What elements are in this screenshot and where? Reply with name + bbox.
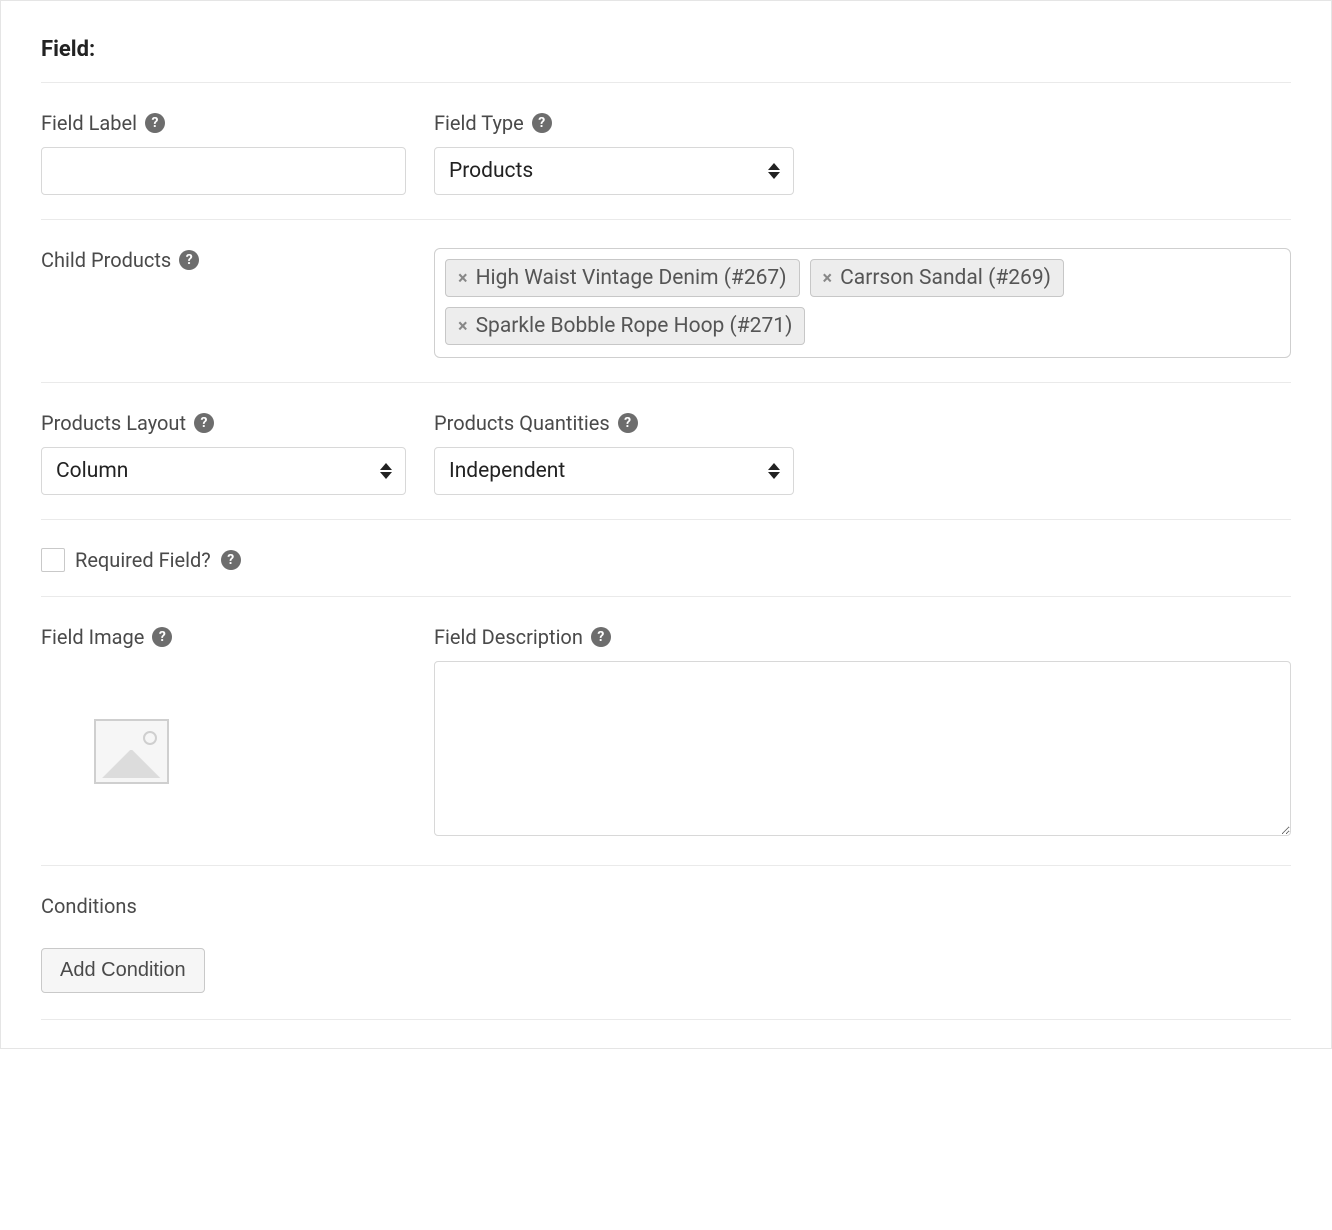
field-label-input[interactable] <box>41 147 406 195</box>
child-product-tag-label: Carrson Sandal (#269) <box>840 266 1051 290</box>
field-image-placeholder[interactable] <box>41 661 221 841</box>
select-arrows-icon <box>767 160 781 182</box>
field-type-label: Field Type <box>434 111 524 135</box>
products-layout-group: Products Layout ? Column <box>41 411 406 495</box>
divider <box>41 1019 1291 1020</box>
child-product-tag: × Sparkle Bobble Rope Hoop (#271) <box>445 307 805 345</box>
field-type-group: Field Type ? Products <box>434 111 1291 195</box>
add-condition-button[interactable]: Add Condition <box>41 948 205 993</box>
products-quantities-group: Products Quantities ? Independent <box>434 411 1291 495</box>
row-image-description: Field Image ? Field Description ? <box>41 625 1291 866</box>
remove-tag-icon[interactable]: × <box>823 268 833 289</box>
field-description-textarea[interactable] <box>434 661 1291 836</box>
products-layout-selected: Column <box>56 459 361 483</box>
field-type-label-line: Field Type ? <box>434 111 1291 135</box>
child-product-tag-label: Sparkle Bobble Rope Hoop (#271) <box>476 314 793 338</box>
panel-title: Field: <box>41 37 1291 62</box>
field-label-group: Field Label ? <box>41 111 406 195</box>
required-field-label: Required Field? <box>75 548 211 572</box>
field-settings-panel: Field: Field Label ? Field Type ? Produc… <box>0 0 1332 1049</box>
child-products-label-line: Child Products ? <box>41 248 406 272</box>
conditions-group: Conditions Add Condition <box>41 894 1291 993</box>
conditions-label: Conditions <box>41 894 137 918</box>
image-placeholder-icon <box>94 719 169 784</box>
row-label-type: Field Label ? Field Type ? Products <box>41 111 1291 220</box>
required-field-row: Required Field? ? <box>41 548 1291 597</box>
child-product-tag-label: High Waist Vintage Denim (#267) <box>476 266 787 290</box>
divider <box>41 82 1291 83</box>
row-layout-quantities: Products Layout ? Column Products Quanti… <box>41 411 1291 520</box>
products-quantities-label-line: Products Quantities ? <box>434 411 1291 435</box>
help-icon[interactable]: ? <box>179 250 199 270</box>
field-label-label: Field Label <box>41 111 137 135</box>
conditions-label-line: Conditions <box>41 894 1291 918</box>
field-description-group: Field Description ? <box>434 625 1291 836</box>
field-label-label-line: Field Label ? <box>41 111 406 135</box>
help-icon[interactable]: ? <box>221 550 241 570</box>
row-child-products: Child Products ? × High Waist Vintage Den… <box>41 248 1291 383</box>
products-layout-label-line: Products Layout ? <box>41 411 406 435</box>
child-product-tag: × Carrson Sandal (#269) <box>810 259 1064 297</box>
products-quantities-label: Products Quantities <box>434 411 610 435</box>
select-arrows-icon <box>767 460 781 482</box>
help-icon[interactable]: ? <box>591 627 611 647</box>
help-icon[interactable]: ? <box>194 413 214 433</box>
field-type-selected: Products <box>449 159 749 183</box>
select-arrows-icon <box>379 460 393 482</box>
field-image-group: Field Image ? <box>41 625 406 841</box>
products-quantities-select[interactable]: Independent <box>434 447 794 495</box>
products-quantities-selected: Independent <box>449 459 749 483</box>
field-type-select[interactable]: Products <box>434 147 794 195</box>
child-product-tag: × High Waist Vintage Denim (#267) <box>445 259 800 297</box>
help-icon[interactable]: ? <box>152 627 172 647</box>
help-icon[interactable]: ? <box>618 413 638 433</box>
field-description-label: Field Description <box>434 625 583 649</box>
help-icon[interactable]: ? <box>532 113 552 133</box>
field-image-label-line: Field Image ? <box>41 625 406 649</box>
remove-tag-icon[interactable]: × <box>458 316 468 337</box>
required-field-checkbox[interactable] <box>41 548 65 572</box>
products-layout-select[interactable]: Column <box>41 447 406 495</box>
field-description-label-line: Field Description ? <box>434 625 1291 649</box>
child-products-tag-input[interactable]: × High Waist Vintage Denim (#267) × Carrson… <box>434 248 1291 358</box>
child-products-label: Child Products <box>41 248 171 272</box>
remove-tag-icon[interactable]: × <box>458 268 468 289</box>
field-image-label: Field Image <box>41 625 144 649</box>
help-icon[interactable]: ? <box>145 113 165 133</box>
products-layout-label: Products Layout <box>41 411 186 435</box>
child-products-label-col: Child Products ? <box>41 248 406 272</box>
child-products-field-col: × High Waist Vintage Denim (#267) × Carrson… <box>434 248 1291 358</box>
